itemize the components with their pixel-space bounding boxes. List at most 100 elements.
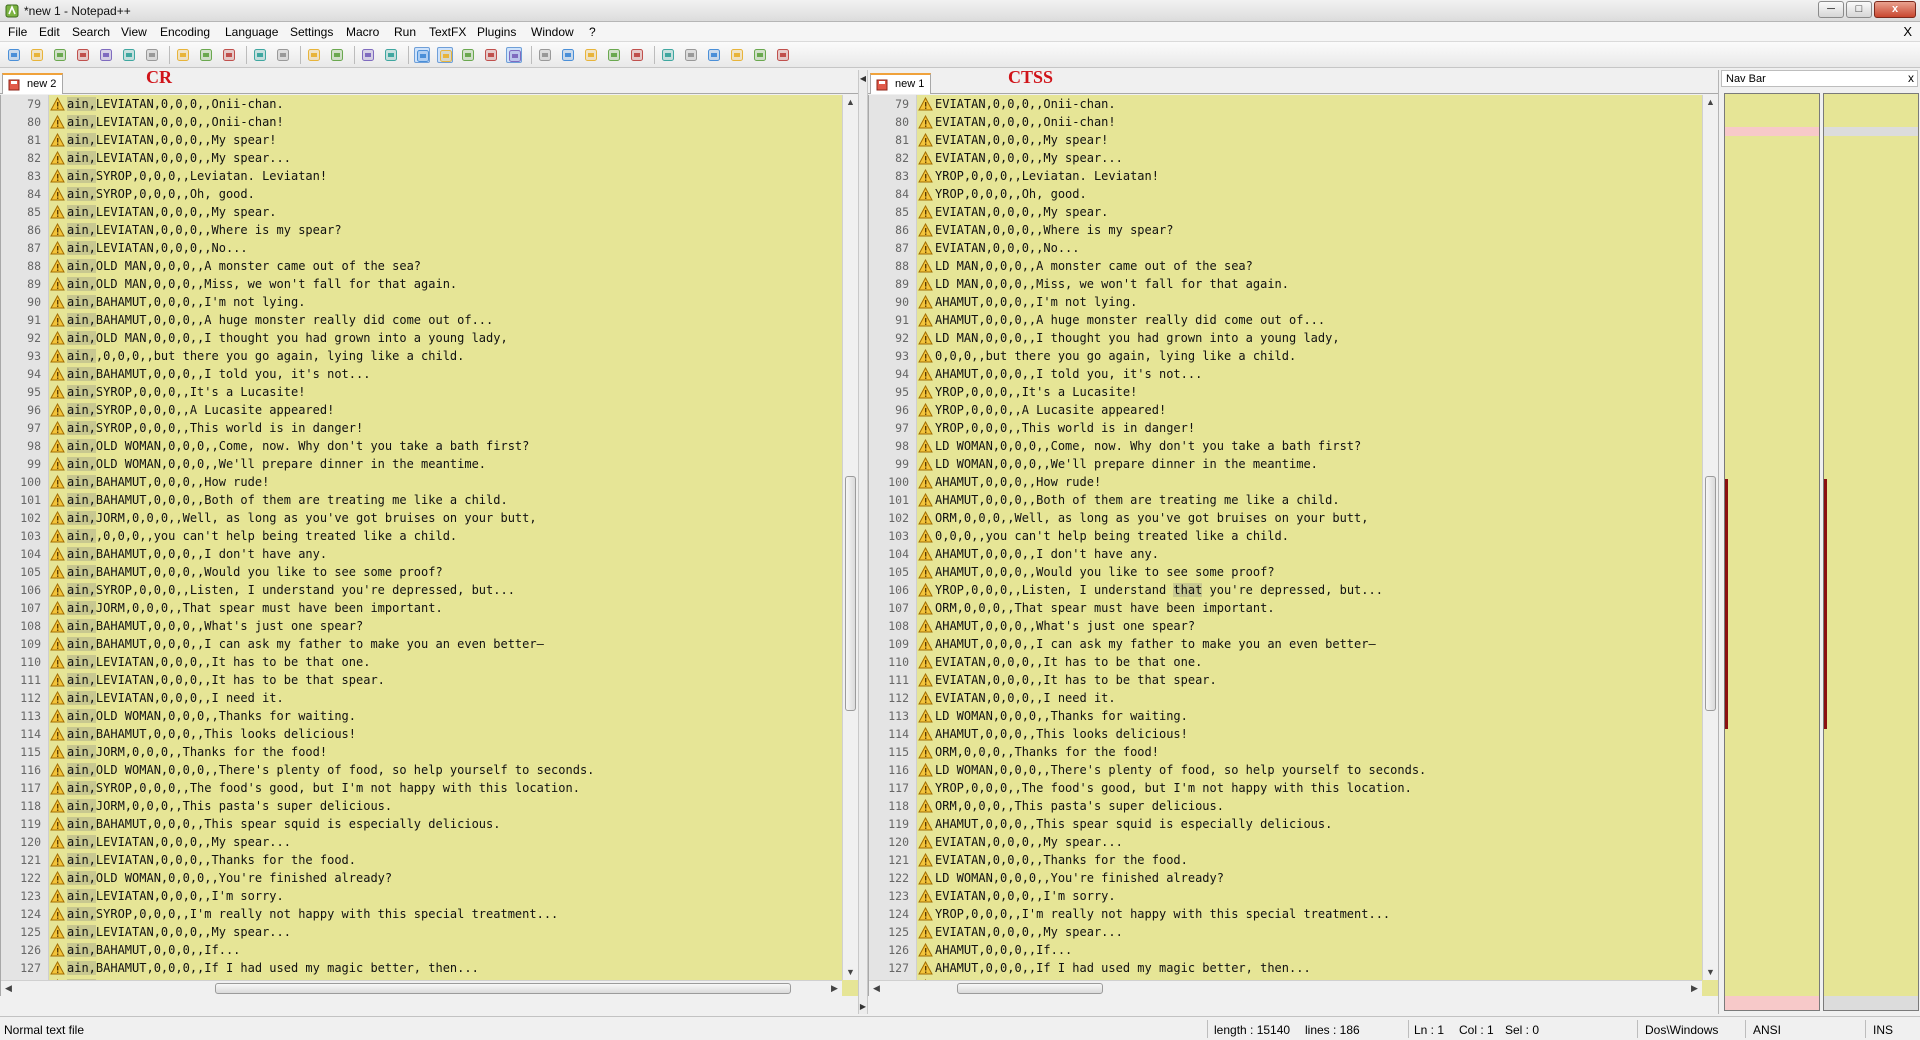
- stop-macro-icon[interactable]: [560, 47, 576, 63]
- scroll-up-icon[interactable]: ▲: [1703, 95, 1718, 110]
- warning-bookmark-icon[interactable]: [50, 960, 65, 975]
- warning-bookmark-icon[interactable]: [50, 150, 65, 165]
- code-line[interactable]: 85 ain,LEVIATAN,0,0,0,,My spear.: [1, 203, 842, 221]
- vertical-scrollbar[interactable]: ▲ ▼: [842, 95, 858, 980]
- close-window-button[interactable]: x: [1874, 1, 1916, 18]
- warning-bookmark-icon[interactable]: [918, 114, 933, 129]
- code-line[interactable]: 107 ORM,0,0,0,,That spear must have been …: [869, 599, 1702, 617]
- warning-bookmark-icon[interactable]: [50, 654, 65, 669]
- warning-bookmark-icon[interactable]: [918, 762, 933, 777]
- warning-bookmark-icon[interactable]: [918, 708, 933, 723]
- code-line[interactable]: 106 YROP,0,0,0,,Listen, I understand that…: [869, 581, 1702, 599]
- code-line[interactable]: 116 LD WOMAN,0,0,0,,There's plenty of foo…: [869, 761, 1702, 779]
- record-macro-icon[interactable]: [537, 47, 553, 63]
- code-line[interactable]: 111 ain,LEVIATAN,0,0,0,,It has to be that…: [1, 671, 842, 689]
- code-line[interactable]: 81 EVIATAN,0,0,0,,My spear!: [869, 131, 1702, 149]
- warning-bookmark-icon[interactable]: [918, 780, 933, 795]
- redo-icon[interactable]: [275, 47, 291, 63]
- code-line[interactable]: 92 LD MAN,0,0,0,,I thought you had grown …: [869, 329, 1702, 347]
- warning-bookmark-icon[interactable]: [918, 834, 933, 849]
- warning-bookmark-icon[interactable]: [50, 474, 65, 489]
- code-line[interactable]: 98 LD WOMAN,0,0,0,,Come, now. Why don't y…: [869, 437, 1702, 455]
- code-line[interactable]: 88 ain,OLD MAN,0,0,0,,A monster came out …: [1, 257, 842, 275]
- code-line[interactable]: 84 ain,SYROP,0,0,0,,Oh, good.: [1, 185, 842, 203]
- minimize-button[interactable]: ─: [1818, 1, 1844, 18]
- horizontal-scrollbar[interactable]: ◀ ▶: [869, 980, 1702, 996]
- find-icon[interactable]: [306, 47, 322, 63]
- warning-bookmark-icon[interactable]: [50, 744, 65, 759]
- code-line[interactable]: 84 YROP,0,0,0,,Oh, good.: [869, 185, 1702, 203]
- scroll-down-icon[interactable]: ▼: [843, 965, 858, 980]
- close-all-icon[interactable]: [121, 47, 137, 63]
- warning-bookmark-icon[interactable]: [918, 204, 933, 219]
- warning-bookmark-icon[interactable]: [918, 744, 933, 759]
- warning-bookmark-icon[interactable]: [918, 186, 933, 201]
- warning-bookmark-icon[interactable]: [918, 312, 933, 327]
- code-line[interactable]: 93 0,0,0,,but there you go again, lying l…: [869, 347, 1702, 365]
- scroll-thumb[interactable]: [215, 983, 791, 994]
- warning-bookmark-icon[interactable]: [50, 510, 65, 525]
- warning-bookmark-icon[interactable]: [50, 294, 65, 309]
- code-line[interactable]: 114 ain,BAHAMUT,0,0,0,,This looks delicio…: [1, 725, 842, 743]
- scroll-up-icon[interactable]: ▲: [843, 95, 858, 110]
- warning-bookmark-icon[interactable]: [918, 636, 933, 651]
- menu-window[interactable]: Window: [531, 25, 574, 39]
- scroll-left-icon[interactable]: ◀: [869, 981, 884, 996]
- code-line[interactable]: 100 ain,BAHAMUT,0,0,0,,How rude!: [1, 473, 842, 491]
- open-file-icon[interactable]: [29, 47, 45, 63]
- new-file-icon[interactable]: [6, 47, 22, 63]
- code-line[interactable]: 101 AHAMUT,0,0,0,,Both of them are treati…: [869, 491, 1702, 509]
- code-line[interactable]: 101 ain,BAHAMUT,0,0,0,,Both of them are t…: [1, 491, 842, 509]
- code-line[interactable]: 114 AHAMUT,0,0,0,,This looks delicious!: [869, 725, 1702, 743]
- warning-bookmark-icon[interactable]: [918, 132, 933, 147]
- menu-language[interactable]: Language: [225, 25, 278, 39]
- warning-bookmark-icon[interactable]: [50, 708, 65, 723]
- maximize-button[interactable]: □: [1846, 1, 1872, 18]
- horizontal-scrollbar[interactable]: ◀ ▶: [1, 980, 842, 996]
- warning-bookmark-icon[interactable]: [918, 528, 933, 543]
- code-line[interactable]: 125 EVIATAN,0,0,0,,My spear...: [869, 923, 1702, 941]
- code-line[interactable]: 82 EVIATAN,0,0,0,,My spear...: [869, 149, 1702, 167]
- code-line[interactable]: 119 ain,BAHAMUT,0,0,0,,This spear squid i…: [1, 815, 842, 833]
- code-line[interactable]: 87 EVIATAN,0,0,0,,No...: [869, 239, 1702, 257]
- cut-icon[interactable]: [175, 47, 191, 63]
- code-line[interactable]: 81 ain,LEVIATAN,0,0,0,,My spear!: [1, 131, 842, 149]
- warning-bookmark-icon[interactable]: [50, 546, 65, 561]
- warning-bookmark-icon[interactable]: [50, 870, 65, 885]
- code-line[interactable]: 92 ain,OLD MAN,0,0,0,,I thought you had g…: [1, 329, 842, 347]
- warning-bookmark-icon[interactable]: [918, 438, 933, 453]
- code-line[interactable]: 127 AHAMUT,0,0,0,,If I had used my magic …: [869, 959, 1702, 977]
- menu-file[interactable]: File: [8, 25, 27, 39]
- paste-icon[interactable]: [221, 47, 237, 63]
- code-line[interactable]: 79 ain,LEVIATAN,0,0,0,,Onii-chan.: [1, 95, 842, 113]
- code-line[interactable]: 95 ain,SYROP,0,0,0,,It's a Lucasite!: [1, 383, 842, 401]
- code-line[interactable]: 126 AHAMUT,0,0,0,,If...: [869, 941, 1702, 959]
- warning-bookmark-icon[interactable]: [918, 546, 933, 561]
- code-line[interactable]: 95 YROP,0,0,0,,It's a Lucasite!: [869, 383, 1702, 401]
- code-line[interactable]: 121 EVIATAN,0,0,0,,Thanks for the food.: [869, 851, 1702, 869]
- warning-bookmark-icon[interactable]: [50, 114, 65, 129]
- tab-new-2[interactable]: new 2: [2, 73, 64, 94]
- code-line[interactable]: 97 YROP,0,0,0,,This world is in danger!: [869, 419, 1702, 437]
- code-line[interactable]: 108 ain,BAHAMUT,0,0,0,,What's just one sp…: [1, 617, 842, 635]
- code-line[interactable]: 121 ain,LEVIATAN,0,0,0,,Thanks for the fo…: [1, 851, 842, 869]
- warning-bookmark-icon[interactable]: [50, 564, 65, 579]
- warning-bookmark-icon[interactable]: [50, 618, 65, 633]
- code-line[interactable]: 120 ain,LEVIATAN,0,0,0,,My spear...: [1, 833, 842, 851]
- code-line[interactable]: 115 ain,JORM,0,0,0,,Thanks for the food!: [1, 743, 842, 761]
- code-line[interactable]: 106 ain,SYROP,0,0,0,,Listen, I understand…: [1, 581, 842, 599]
- code-line[interactable]: 115 ORM,0,0,0,,Thanks for the food!: [869, 743, 1702, 761]
- scroll-down-icon[interactable]: ▼: [1703, 965, 1718, 980]
- warning-bookmark-icon[interactable]: [50, 384, 65, 399]
- code-line[interactable]: 122 LD WOMAN,0,0,0,,You're finished alrea…: [869, 869, 1702, 887]
- warning-bookmark-icon[interactable]: [50, 420, 65, 435]
- menu-help[interactable]: ?: [589, 25, 596, 39]
- splitter-arrow-right-icon[interactable]: ▶: [859, 1002, 867, 1011]
- warning-bookmark-icon[interactable]: [918, 276, 933, 291]
- zoom-in-icon[interactable]: [360, 47, 376, 63]
- warning-bookmark-icon[interactable]: [918, 294, 933, 309]
- warning-bookmark-icon[interactable]: [918, 168, 933, 183]
- status-eol-format[interactable]: Dos\Windows: [1645, 1023, 1718, 1037]
- code-line[interactable]: 120 EVIATAN,0,0,0,,My spear...: [869, 833, 1702, 851]
- scroll-thumb[interactable]: [957, 983, 1103, 994]
